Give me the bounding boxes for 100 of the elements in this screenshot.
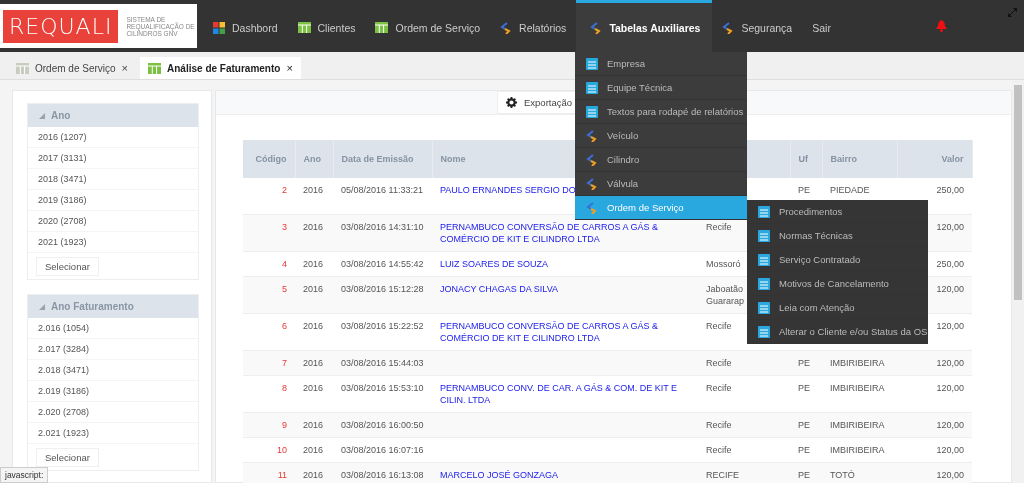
table-cell: PE bbox=[798, 468, 810, 481]
code-cell: 6 bbox=[282, 319, 287, 332]
table-cell: 2016 bbox=[303, 356, 324, 369]
nav-item[interactable]: Ordem de Serviço bbox=[365, 0, 491, 52]
grid-icon bbox=[375, 22, 389, 33]
nav-item[interactable]: Dashbord bbox=[203, 0, 288, 52]
table-icon bbox=[586, 57, 598, 70]
client-name-link[interactable]: PAULO ERNANDES SERGIO DO bbox=[440, 184, 576, 196]
document-tab[interactable]: Ordem de Serviço × bbox=[8, 57, 137, 79]
menu-item[interactable]: Normas Técnicas bbox=[747, 224, 928, 248]
table-cell: 2016 bbox=[303, 282, 324, 295]
filter-option[interactable]: 2018 (3471) bbox=[28, 169, 198, 190]
filter-option[interactable]: 2020 (2708) bbox=[28, 211, 198, 232]
table-cell: IMBIRIBEIRA bbox=[830, 418, 885, 431]
table-cell: 03/08/2016 14:55:42 bbox=[341, 257, 424, 270]
code-cell: 7 bbox=[282, 356, 287, 369]
table-icon bbox=[586, 105, 598, 118]
grid-icon bbox=[297, 22, 311, 33]
nav-item[interactable]: Segurança bbox=[712, 0, 803, 52]
select-button[interactable]: Selecionar bbox=[36, 257, 99, 276]
table-cell: PE bbox=[798, 443, 810, 456]
table-cell: 03/08/2016 15:44:03 bbox=[341, 356, 424, 369]
table-cell: Recife bbox=[706, 356, 732, 369]
column-header: Bairro bbox=[830, 154, 857, 164]
table-icon bbox=[586, 81, 598, 94]
table-cell: IMBIRIBEIRA bbox=[830, 443, 885, 456]
table-icon bbox=[758, 325, 770, 338]
menu-item[interactable]: Procedimentos bbox=[747, 200, 928, 224]
nav-item[interactable]: Tabelas Auxiliares bbox=[576, 0, 713, 52]
table-cell: 120,00 bbox=[936, 220, 964, 233]
column-header: Ano bbox=[303, 154, 321, 164]
client-name-link[interactable]: PERNAMBUCO CONV. DE CAR. A GÁS & COM. DE KIT E CILIN. LTDA bbox=[440, 381, 692, 406]
table-cell: 03/08/2016 15:12:28 bbox=[341, 282, 424, 295]
filter-option[interactable]: 2.020 (2708) bbox=[28, 402, 198, 423]
table-cell: 120,00 bbox=[936, 418, 964, 431]
document-tab[interactable]: Análise de Faturamento × bbox=[140, 57, 301, 79]
code-cell: 4 bbox=[282, 257, 287, 270]
select-button[interactable]: Selecionar bbox=[36, 448, 99, 467]
chevron-icon bbox=[500, 21, 513, 34]
table-cell: PE bbox=[798, 184, 810, 196]
table-cell: RECIFE bbox=[706, 468, 739, 481]
filter-option[interactable]: 2.018 (3471) bbox=[28, 360, 198, 381]
menu-item[interactable]: Veículo bbox=[575, 124, 747, 148]
table-icon bbox=[758, 229, 770, 242]
code-cell: 2 bbox=[282, 184, 287, 196]
filter-title: Ano Faturamento bbox=[51, 301, 134, 312]
filter-option[interactable]: 2021 (1923) bbox=[28, 232, 198, 253]
filter-option[interactable]: 2019 (3186) bbox=[28, 190, 198, 211]
nav-item[interactable]: Clientes bbox=[287, 0, 366, 52]
menu-item[interactable]: Cilindro bbox=[575, 148, 747, 172]
code-cell: 11 bbox=[277, 468, 287, 481]
menu-item[interactable]: Textos para rodapé de relatórios bbox=[575, 100, 747, 124]
menu-item[interactable]: Empresa bbox=[575, 52, 747, 76]
brand-logo: REQUALI bbox=[3, 9, 119, 43]
grid-icon bbox=[148, 62, 162, 74]
table-cell: 250,00 bbox=[936, 257, 964, 270]
filter-option[interactable]: 2.016 (1054) bbox=[28, 318, 198, 339]
menu-item[interactable]: Alterar o Cliente e/ou Status da OS bbox=[747, 320, 928, 344]
notification-bell-icon[interactable] bbox=[935, 20, 947, 32]
filter-option[interactable]: 2.017 (3284) bbox=[28, 339, 198, 360]
table-cell: 120,00 bbox=[936, 443, 964, 456]
table-cell: PE bbox=[798, 418, 810, 431]
table-cell: PE bbox=[798, 381, 810, 394]
code-cell: 9 bbox=[282, 418, 287, 431]
table-cell: 2016 bbox=[303, 468, 324, 481]
chevron-icon bbox=[590, 21, 603, 34]
filter-option[interactable]: 2.021 (1923) bbox=[28, 423, 198, 444]
menu-item[interactable]: Leia com Atenção bbox=[747, 296, 928, 320]
table-icon bbox=[758, 205, 770, 218]
table-cell: 03/08/2016 15:53:10 bbox=[341, 381, 424, 394]
close-icon[interactable]: × bbox=[121, 62, 129, 74]
nav-item[interactable]: Sair bbox=[802, 0, 841, 52]
table-cell: PE bbox=[798, 356, 810, 369]
table-cell: Recife bbox=[706, 381, 732, 394]
status-bar: javascript: bbox=[0, 467, 49, 483]
nav-item[interactable]: Relatórios bbox=[490, 0, 577, 52]
table-cell: 2016 bbox=[303, 418, 324, 431]
table-cell: 03/08/2016 14:31:10 bbox=[341, 220, 424, 233]
menu-item[interactable]: Motivos de Cancelamento bbox=[747, 272, 928, 296]
filter-option[interactable]: 2016 (1207) bbox=[28, 127, 198, 148]
filter-option[interactable]: 2.019 (3186) bbox=[28, 381, 198, 402]
column-header: Nome bbox=[440, 154, 466, 164]
filter-option[interactable]: 2017 (3131) bbox=[28, 148, 198, 169]
table-cell: 120,00 bbox=[936, 468, 964, 481]
close-icon[interactable]: × bbox=[286, 62, 293, 74]
code-cell: 5 bbox=[282, 282, 287, 295]
chevron-icon bbox=[586, 129, 598, 142]
menu-item[interactable]: Equipe Técnica bbox=[575, 76, 747, 100]
client-name-link[interactable]: LUIZ SOARES DE SOUZA bbox=[440, 257, 549, 270]
table-cell: 03/08/2016 16:07:16 bbox=[341, 443, 424, 456]
table-cell: Mossoró bbox=[706, 257, 741, 270]
table-cell: Jaboatão Guararap bbox=[706, 282, 744, 307]
chevron-icon bbox=[586, 201, 598, 214]
table-cell: 120,00 bbox=[936, 381, 964, 394]
client-name-link[interactable]: PERNAMBUCO CONVERSÃO DE CARROS A GÁS & COMÉRCIO DE KIT E CILINDRO LTDA bbox=[440, 319, 692, 344]
menu-item[interactable]: Serviço Contratado bbox=[747, 248, 928, 272]
table-cell: 2016 bbox=[303, 443, 324, 456]
fullscreen-icon[interactable] bbox=[1008, 8, 1017, 17]
scrollbar-thumb[interactable] bbox=[1014, 85, 1022, 300]
client-name-link[interactable]: JONACY CHAGAS DA SILVA bbox=[440, 282, 559, 295]
